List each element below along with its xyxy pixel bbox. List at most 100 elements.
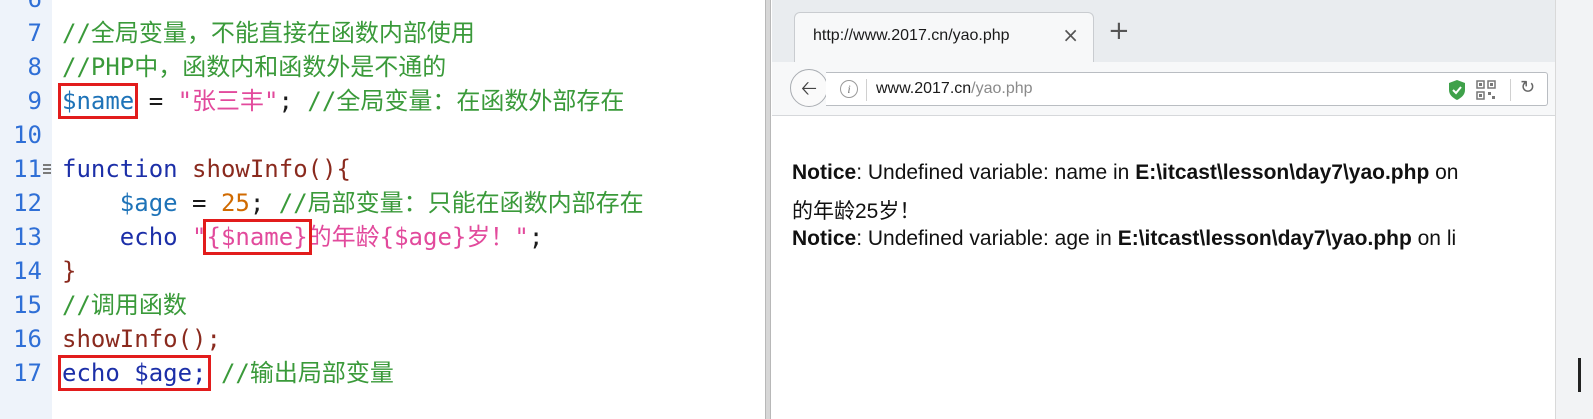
notice-tail: on li xyxy=(1411,227,1457,250)
address-bar[interactable]: i www.2017.cn/yao.php ↻ xyxy=(826,72,1548,106)
url-text: www.2017.cn/yao.php xyxy=(876,80,1033,98)
tab-bar: http://www.2017.cn/yao.php × + xyxy=(772,0,1593,62)
code-text: echo "{$name}的年龄{$age}岁！"; xyxy=(62,219,544,255)
code-text: $age = 25; //局部变量：只能在函数内部存在 xyxy=(62,186,644,220)
url-host: www.2017.cn xyxy=(876,80,972,97)
line-number: 8 xyxy=(27,53,42,81)
code-token: "张三丰" xyxy=(177,87,279,115)
notice-path: E:\itcast\lesson\day7\yao.php xyxy=(1117,227,1412,250)
window-edge xyxy=(1555,0,1593,419)
output-age-line: 的年龄25岁！ xyxy=(792,200,921,223)
line-number: 9 xyxy=(27,87,42,115)
notice-label: Notice xyxy=(792,161,857,184)
line-number: 12 xyxy=(13,189,42,217)
browser-window: http://www.2017.cn/yao.php × + 🡠 i www.2… xyxy=(772,0,1593,419)
code-line[interactable]: 10 xyxy=(0,118,770,152)
code-line[interactable]: 16 showInfo(); xyxy=(0,322,770,356)
line-number: 17 xyxy=(13,359,42,387)
code-token: showInfo xyxy=(192,155,308,183)
code-token: //调用函数 xyxy=(62,291,187,319)
code-token: ; xyxy=(249,189,279,217)
code-text: echo $age; //输出局部变量 xyxy=(58,355,394,391)
line-number: 10 xyxy=(13,121,42,149)
line-number: 13 xyxy=(13,223,42,251)
code-token: //PHP中，函数内和函数外是不通的 xyxy=(62,53,447,81)
line-number: 6 xyxy=(0,0,42,16)
code-token: echo xyxy=(119,223,178,251)
notice-text: : Undefined variable: name in xyxy=(856,161,1136,184)
line-number: 11 xyxy=(13,155,42,183)
code-text: $name = "张三丰"; //全局变量：在函数外部存在 xyxy=(57,83,625,119)
code-token: ; xyxy=(278,87,308,115)
notice-text: : Undefined variable: age in xyxy=(856,227,1118,250)
line-number: 14 xyxy=(13,257,42,285)
url-path: /yao.php xyxy=(971,80,1033,97)
url-separator-2 xyxy=(1510,79,1511,101)
code-line[interactable]: 11 function showInfo(){ xyxy=(0,152,770,186)
info-icon[interactable]: i xyxy=(840,80,858,98)
code-token: ; xyxy=(528,223,544,251)
code-token: //全局变量：在函数外部存在 xyxy=(307,87,625,115)
code-token: 的年龄{$age}岁！" xyxy=(307,223,529,251)
line-number: 7 xyxy=(27,19,42,47)
code-text: showInfo(); xyxy=(62,322,221,356)
back-button[interactable]: 🡠 xyxy=(790,69,828,107)
code-text: function showInfo(){ xyxy=(62,152,351,186)
code-editor[interactable]: 67//全局变量，不能直接在函数内部使用8//PHP中，函数内和函数外是不通的9… xyxy=(0,0,770,419)
code-token: (){ xyxy=(307,155,351,183)
tab-title: http://www.2017.cn/yao.php xyxy=(813,27,1010,44)
code-token: (); xyxy=(177,325,221,353)
notice-path: E:\itcast\lesson\day7\yao.php xyxy=(1135,161,1430,184)
code-line[interactable]: 9 $name = "张三丰"; //全局变量：在函数外部存在 xyxy=(0,83,770,119)
code-token: " xyxy=(177,223,207,251)
navigation-bar: 🡠 i www.2017.cn/yao.php ↻ xyxy=(772,62,1593,116)
line-number: 15 xyxy=(13,291,42,319)
reload-icon[interactable]: ↻ xyxy=(1520,77,1535,98)
code-token: //局部变量：只能在函数内部存在 xyxy=(278,189,644,217)
code-line[interactable]: 8 //PHP中，函数内和函数外是不通的 xyxy=(0,50,770,84)
code-line[interactable]: 17 echo $age; //输出局部变量 xyxy=(0,355,770,391)
code-line[interactable]: 13 echo "{$name}的年龄{$age}岁！"; xyxy=(0,219,770,255)
code-text: } xyxy=(62,254,76,288)
notice-line-age: Notice: Undefined variable: age in E:\it… xyxy=(792,227,1456,251)
code-token: 25 xyxy=(220,189,250,217)
code-text: //调用函数 xyxy=(62,288,187,322)
highlighted-token: $name xyxy=(57,83,139,119)
back-arrow-icon: 🡠 xyxy=(800,76,818,100)
notice-line-name: Notice: Undefined variable: name in E:\i… xyxy=(792,161,1458,185)
shield-icon[interactable] xyxy=(1448,79,1466,101)
page-content: Notice: Undefined variable: name in E:\i… xyxy=(772,117,1593,419)
browser-tab[interactable]: http://www.2017.cn/yao.php × xyxy=(794,12,1094,62)
code-token: //输出局部变量 xyxy=(220,359,394,387)
notice-label: Notice xyxy=(792,227,857,250)
code-line[interactable]: 6 xyxy=(0,0,770,16)
code-token: = xyxy=(177,189,221,217)
code-line[interactable]: 15 //调用函数 xyxy=(0,288,770,322)
text-cursor xyxy=(1578,358,1581,392)
highlighted-token: {$name} xyxy=(202,219,312,255)
code-token: = xyxy=(134,87,178,115)
code-token: $age xyxy=(119,189,178,217)
code-line[interactable]: 12 $age = 25; //局部变量：只能在函数内部存在 xyxy=(0,186,770,220)
highlighted-token: echo $age; xyxy=(58,355,211,391)
new-tab-button[interactable]: + xyxy=(1108,18,1130,44)
code-text: //全局变量，不能直接在函数内部使用 xyxy=(62,16,475,50)
notice-tail: on xyxy=(1429,161,1459,184)
code-token: function xyxy=(62,155,178,183)
fold-marker-icon[interactable] xyxy=(43,164,51,174)
code-token: showInfo xyxy=(62,325,178,353)
close-tab-icon[interactable]: × xyxy=(1062,23,1079,47)
url-separator xyxy=(866,79,867,101)
qr-code-icon[interactable] xyxy=(1476,80,1496,100)
line-number: 16 xyxy=(13,325,42,353)
code-text: //PHP中，函数内和函数外是不通的 xyxy=(62,50,446,84)
code-token: } xyxy=(62,257,77,285)
pane-divider[interactable] xyxy=(765,0,771,419)
code-line[interactable]: 7 //全局变量，不能直接在函数内部使用 xyxy=(0,16,770,50)
code-line[interactable]: 14} xyxy=(0,254,770,288)
code-token: //全局变量，不能直接在函数内部使用 xyxy=(62,19,475,47)
